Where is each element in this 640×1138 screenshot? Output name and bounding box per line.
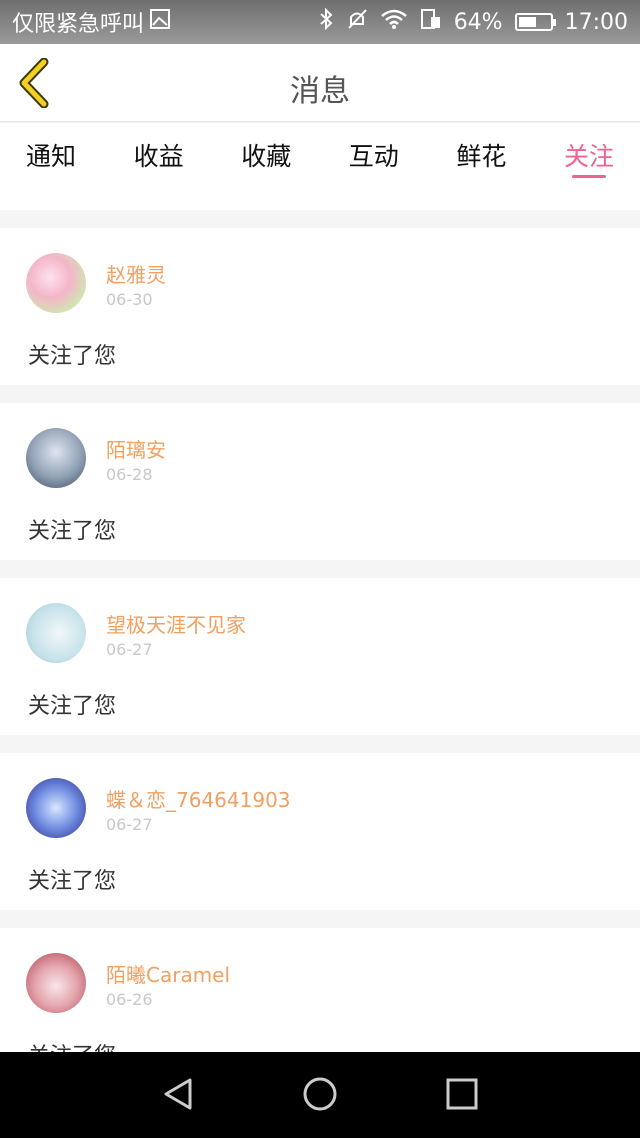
header: 消息 xyxy=(0,44,640,122)
notification-date: 06-27 xyxy=(106,815,153,834)
avatar[interactable] xyxy=(26,603,86,663)
tab-4[interactable]: 鲜花 xyxy=(456,123,506,210)
clock: 17:00 xyxy=(564,9,628,35)
tab-0[interactable]: 通知 xyxy=(26,123,76,210)
wifi-icon xyxy=(380,8,408,36)
system-nav-bar xyxy=(0,1052,640,1138)
user-name[interactable]: 望极天涯不见家 xyxy=(106,609,246,638)
notification-text: 关注了您 xyxy=(28,1038,116,1052)
page-title: 消息 xyxy=(290,74,350,109)
user-name[interactable]: 陌璃安 xyxy=(106,434,166,463)
nav-back-button[interactable] xyxy=(160,1076,196,1112)
user-name[interactable]: 赵雅灵 xyxy=(106,259,166,288)
avatar[interactable] xyxy=(26,428,86,488)
nav-home-button[interactable] xyxy=(302,1076,338,1112)
avatar[interactable] xyxy=(26,778,86,838)
nav-recents-button[interactable] xyxy=(444,1076,480,1112)
tab-1[interactable]: 收益 xyxy=(134,123,184,210)
mute-icon xyxy=(346,8,368,36)
notification-card[interactable]: 蝶＆恋_764641903 06-27 关注了您 xyxy=(0,753,640,910)
notification-card[interactable]: 陌曦Caramel 06-26 关注了您 xyxy=(0,928,640,1052)
notification-text: 关注了您 xyxy=(28,869,117,894)
square-recents-icon xyxy=(446,1078,478,1110)
sim-icon xyxy=(420,8,442,36)
circle-home-icon xyxy=(303,1077,337,1111)
battery-percent: 64% xyxy=(453,9,503,35)
notification-text: 关注了您 xyxy=(28,344,117,369)
notification-date: 06-26 xyxy=(106,990,153,1009)
notification-card[interactable]: 陌璃安 06-28 关注了您 xyxy=(0,403,640,560)
carrier-text: 仅限紧急呼叫 xyxy=(12,12,145,37)
tab-3[interactable]: 互动 xyxy=(349,123,399,210)
triangle-back-icon xyxy=(164,1078,192,1110)
notification-date: 06-27 xyxy=(106,640,153,659)
tab-2[interactable]: 收藏 xyxy=(241,123,291,210)
user-name[interactable]: 陌曦Caramel xyxy=(106,959,230,988)
notification-list: 赵雅灵 06-30 关注了您 陌璃安 06-28 关注了您 望极天涯不见家 06-27 关注了您… xyxy=(0,228,640,1052)
tab-bar: 通知 收益 收藏 互动 鲜花 关注 xyxy=(0,123,640,210)
notification-card[interactable]: 望极天涯不见家 06-27 关注了您 xyxy=(0,578,640,735)
battery-icon xyxy=(514,13,556,31)
notification-date: 06-28 xyxy=(106,465,153,484)
avatar[interactable] xyxy=(26,953,86,1013)
notification-card[interactable]: 赵雅灵 06-30 关注了您 xyxy=(0,228,640,385)
notification-text: 关注了您 xyxy=(28,694,117,719)
avatar[interactable] xyxy=(26,253,86,313)
status-bar: 仅限紧急呼叫 64% 17:00 xyxy=(0,0,640,44)
bluetooth-icon xyxy=(318,7,334,36)
tab-5[interactable]: 关注 xyxy=(564,123,614,210)
user-name[interactable]: 蝶＆恋_764641903 xyxy=(106,784,291,813)
notification-date: 06-30 xyxy=(106,290,153,309)
notification-text: 关注了您 xyxy=(28,519,117,544)
image-notification-icon xyxy=(150,9,171,35)
